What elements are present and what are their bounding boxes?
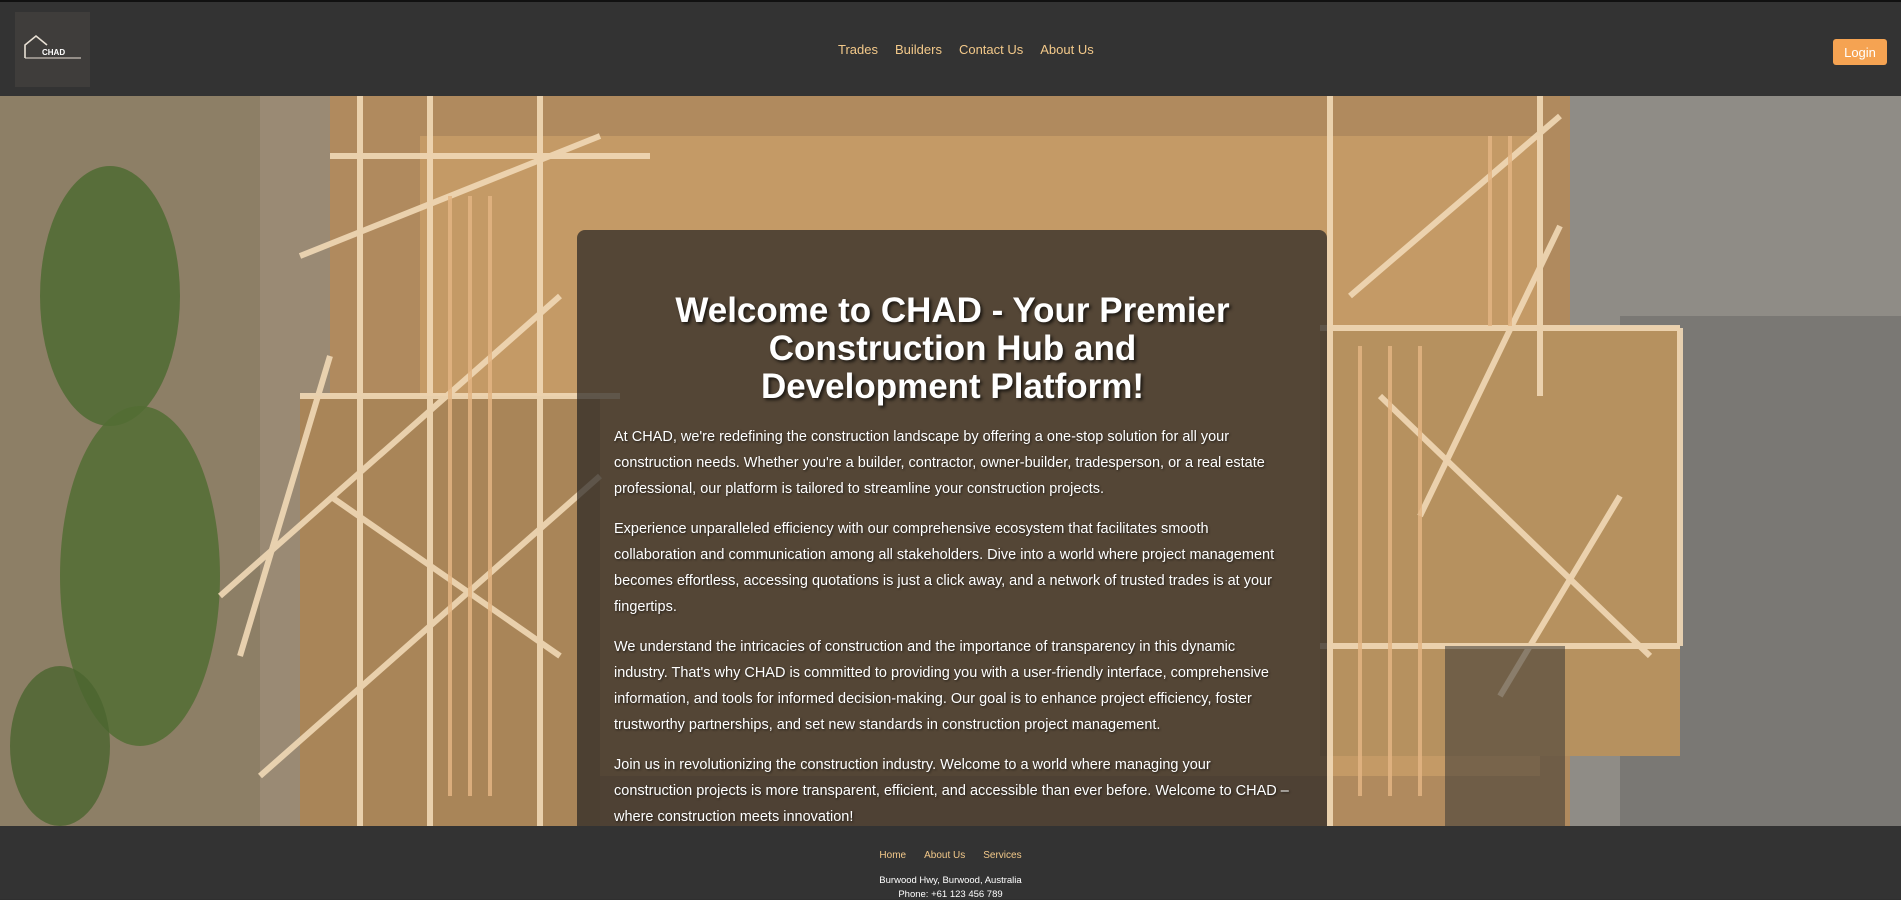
nav-link-trades[interactable]: Trades	[838, 42, 878, 57]
hero-section: Welcome to CHAD - Your Premier Construct…	[0, 96, 1901, 826]
main-nav: Trades Builders Contact Us About Us	[838, 42, 1094, 57]
intro-paragraph: At CHAD, we're redefining the constructi…	[614, 429, 1265, 497]
nav-link-about-us[interactable]: About Us	[1040, 42, 1093, 57]
login-button[interactable]: Login	[1833, 39, 1887, 65]
site-footer: Home About Us Services Burwood Hwy, Burw…	[0, 826, 1901, 900]
nav-link-builders[interactable]: Builders	[895, 42, 942, 57]
chad-logo[interactable]: CHAD	[15, 12, 90, 87]
transparency-paragraph: We understand the intricacies of constru…	[614, 639, 1269, 733]
nav-link-contact-us[interactable]: Contact Us	[959, 42, 1023, 57]
efficiency-paragraph: Experience unparalleled efficiency with …	[614, 521, 1275, 615]
welcome-card: Welcome to CHAD - Your Premier Construct…	[577, 230, 1327, 826]
site-header: CHAD Trades Builders Contact Us About Us…	[0, 0, 1901, 96]
footer-address: Burwood Hwy, Burwood, Australia	[879, 875, 1022, 886]
logo-text: CHAD	[42, 48, 66, 57]
footer-phone: Phone: +61 123 456 789	[898, 889, 1003, 900]
footer-link-home[interactable]: Home	[879, 850, 906, 861]
footer-link-services[interactable]: Services	[983, 850, 1021, 861]
footer-nav: Home About Us Services	[0, 850, 1901, 861]
welcome-title: Welcome to CHAD - Your Premier Construct…	[675, 291, 1230, 406]
footer-link-about-us[interactable]: About Us	[924, 850, 965, 861]
join-paragraph: Join us in revolutionizing the construct…	[614, 757, 1289, 825]
